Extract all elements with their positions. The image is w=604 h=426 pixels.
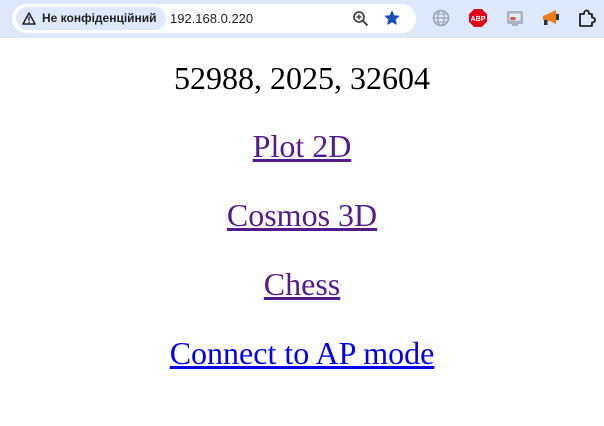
plot-2d-link[interactable]: Plot 2D: [253, 128, 352, 164]
puzzle-extensions-icon[interactable]: [576, 8, 596, 28]
abp-badge-text: ABP: [471, 16, 486, 23]
counter-values: 52988, 2025, 32604: [174, 60, 430, 96]
screen-cast-icon[interactable]: [505, 8, 525, 28]
chess-link[interactable]: Chess: [264, 266, 340, 302]
browser-toolbar: Не конфіденційний 192.168.0.220 ABP: [0, 0, 604, 38]
connect-ap-mode-link[interactable]: Connect to AP mode: [170, 335, 435, 371]
warning-icon: [22, 12, 36, 25]
zoom-in-icon[interactable]: [352, 10, 369, 27]
security-indicator[interactable]: Не конфіденційний: [16, 7, 166, 30]
bookmark-star-icon[interactable]: [383, 9, 401, 27]
announcement-icon[interactable]: [541, 8, 561, 28]
page-content: 52988, 2025, 32604 Plot 2D Cosmos 3D Che…: [0, 38, 604, 426]
adblock-plus-icon[interactable]: ABP: [468, 8, 488, 28]
url-text[interactable]: 192.168.0.220: [170, 4, 253, 33]
security-label: Не конфіденційний: [42, 11, 157, 25]
cosmos-3d-link[interactable]: Cosmos 3D: [227, 197, 377, 233]
globe-extension-icon[interactable]: [431, 8, 451, 28]
address-bar[interactable]: Не конфіденційний 192.168.0.220: [12, 4, 416, 33]
